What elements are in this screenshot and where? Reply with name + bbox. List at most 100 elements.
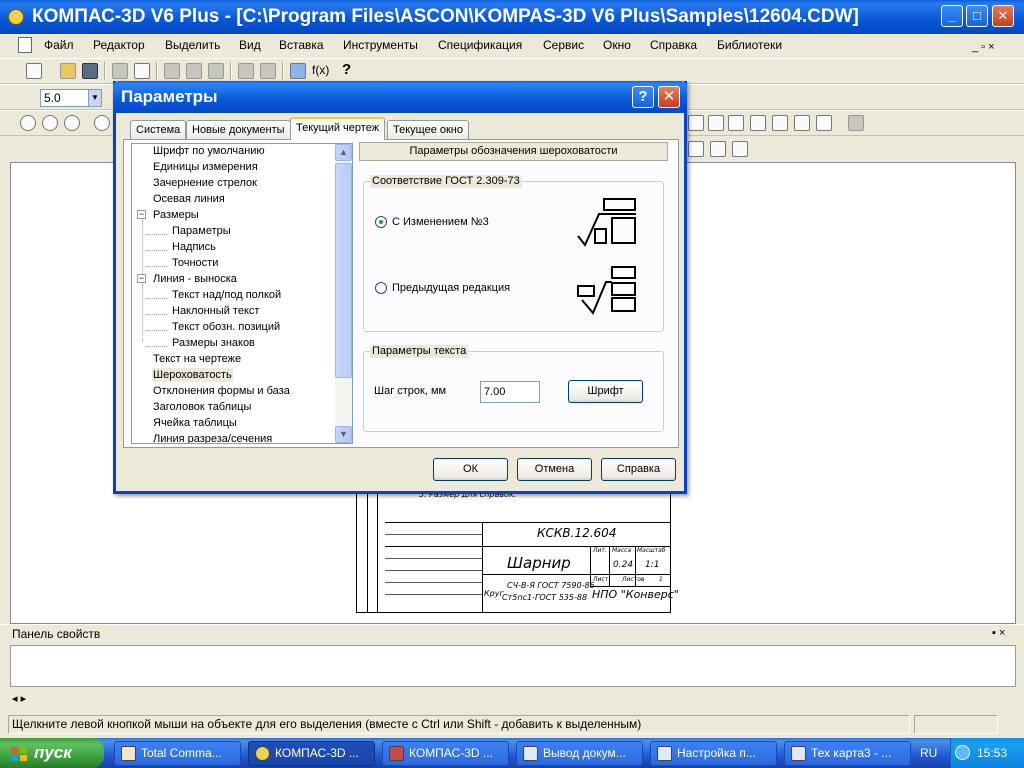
- context-help-icon[interactable]: ?: [342, 61, 351, 78]
- taskbar-word-output[interactable]: Вывод докум...: [516, 741, 643, 766]
- dialog-title-bar[interactable]: Параметры: [113, 81, 687, 113]
- menu-specification[interactable]: Спецификация: [438, 37, 522, 54]
- wave-line-icon[interactable]: [732, 141, 748, 157]
- help-button[interactable]: Справка: [601, 458, 676, 481]
- cancel-button[interactable]: Отмена: [517, 458, 592, 481]
- tab-current-drawing[interactable]: Текущий чертеж: [290, 117, 386, 140]
- radio-with-change-3-label[interactable]: С Изменением №3: [392, 216, 489, 229]
- tree-item-drawing-text[interactable]: Текст на чертеже: [153, 352, 241, 366]
- ok-button[interactable]: ОК: [433, 458, 508, 481]
- fillet-icon[interactable]: [728, 115, 744, 131]
- panel-pin-close-icon[interactable]: ▪ ×: [992, 627, 1005, 639]
- copy-icon[interactable]: [186, 63, 202, 79]
- tree-item-roughness[interactable]: Шероховатость: [152, 368, 233, 382]
- radio-previous-edition-label[interactable]: Предыдущая редакция: [392, 282, 510, 295]
- menu-help[interactable]: Справка: [650, 37, 697, 54]
- tree-item-axis-line[interactable]: Осевая линия: [153, 192, 225, 206]
- tree-item-form-deviation[interactable]: Отклонения формы и база: [153, 384, 290, 398]
- document-menu-icon[interactable]: [18, 37, 32, 53]
- language-indicator[interactable]: RU: [920, 738, 937, 768]
- tree-item-shelf-text[interactable]: Текст над/под полкой: [172, 288, 281, 302]
- tree-item-section-line[interactable]: Линия разреза/сечения: [153, 432, 272, 443]
- menu-tools[interactable]: Инструменты: [343, 37, 418, 54]
- tray-expand-icon[interactable]: [955, 745, 970, 760]
- font-button[interactable]: Шрифт: [568, 380, 643, 403]
- radio-with-change-3[interactable]: [375, 216, 387, 228]
- tab-new-documents[interactable]: Новые документы: [186, 120, 291, 139]
- tree-item-units[interactable]: Единицы измерения: [153, 160, 258, 174]
- tree-scrollbar[interactable]: ▲ ▼: [335, 144, 352, 443]
- zoom-scale-icon[interactable]: [94, 115, 110, 131]
- zoom-in-icon[interactable]: [42, 115, 58, 131]
- tab-system[interactable]: Система: [130, 120, 187, 139]
- undo-icon[interactable]: [238, 63, 254, 79]
- redo-icon[interactable]: [260, 63, 276, 79]
- save-icon[interactable]: [82, 63, 98, 79]
- window-title-bar[interactable]: КОМПАС-3D V6 Plus - [C:\Program Files\AS…: [0, 0, 1024, 34]
- menu-edit[interactable]: Редактор: [93, 37, 145, 54]
- tree-item-table-cell[interactable]: Ячейка таблицы: [153, 416, 237, 430]
- dialog-help-button[interactable]: ?: [632, 86, 654, 108]
- taskbar-word-techcard[interactable]: Тех карта3 - ...: [784, 741, 911, 766]
- expand-dimensions-icon[interactable]: −: [137, 210, 146, 219]
- paste-icon[interactable]: [208, 63, 224, 79]
- minimize-button[interactable]: _: [941, 5, 963, 27]
- drawing-sheet[interactable]: 3. Размер для справок. КСКВ.12.604 Шарни…: [356, 490, 679, 613]
- zoom-out-icon[interactable]: [64, 115, 80, 131]
- fill-icon[interactable]: [816, 115, 832, 131]
- print-icon[interactable]: [112, 63, 128, 79]
- menu-view[interactable]: Вид: [239, 37, 261, 54]
- menu-insert[interactable]: Вставка: [279, 37, 324, 54]
- taskbar-word-settings[interactable]: Настройка п...: [650, 741, 777, 766]
- tree-item-inclined-text[interactable]: Наклонный текст: [172, 304, 259, 318]
- close-button[interactable]: ✕: [992, 5, 1014, 27]
- tree-item-dim-label[interactable]: Надпись: [172, 240, 216, 254]
- tree-item-dim-parameters[interactable]: Параметры: [172, 224, 231, 238]
- equidistant-icon[interactable]: [772, 115, 788, 131]
- tree-item-default-font[interactable]: Шрифт по умолчанию: [153, 144, 265, 158]
- tree-item-leader[interactable]: Линия - выноска: [153, 272, 237, 286]
- chamfer-icon[interactable]: [708, 115, 724, 131]
- menu-file[interactable]: Файл: [44, 37, 74, 54]
- dialog-close-button[interactable]: ✕: [658, 86, 680, 108]
- variables-icon[interactable]: [290, 63, 306, 79]
- print-preview-icon[interactable]: [134, 63, 150, 79]
- maximize-button[interactable]: □: [966, 5, 988, 27]
- scroll-up-button[interactable]: ▲: [335, 144, 352, 161]
- new-document-icon[interactable]: [26, 63, 42, 79]
- break-line-icon[interactable]: [710, 141, 726, 157]
- tab-current-window[interactable]: Текущее окно: [387, 120, 469, 139]
- line-step-input[interactable]: 7.00: [480, 381, 540, 403]
- tree-item-dimensions[interactable]: Размеры: [153, 208, 199, 222]
- menu-select[interactable]: Выделить: [165, 37, 220, 54]
- taskbar-kompas-1[interactable]: КОМПАС-3D ...: [248, 741, 375, 766]
- tree-item-table-header[interactable]: Заголовок таблицы: [153, 400, 251, 414]
- formula-fx-icon[interactable]: f(x): [312, 63, 329, 77]
- hatch-icon[interactable]: [794, 115, 810, 131]
- cursor-step-dropdown[interactable]: ▼: [88, 90, 101, 106]
- axis-line-icon[interactable]: [688, 141, 704, 157]
- tree-item-sign-sizes[interactable]: Размеры знаков: [172, 336, 255, 350]
- panel-scroll-arrows-icon[interactable]: ◂ ▸: [12, 692, 26, 705]
- polygon-icon[interactable]: [750, 115, 766, 131]
- open-folder-icon[interactable]: [60, 63, 76, 79]
- menu-service[interactable]: Сервис: [543, 37, 584, 54]
- kompas-app-icon[interactable]: [8, 9, 24, 25]
- settings-tree[interactable]: − − Шрифт по умолчанию Единицы измерения…: [131, 143, 353, 444]
- cut-icon[interactable]: [164, 63, 180, 79]
- properties-panel-body[interactable]: [10, 645, 1016, 687]
- scroll-down-button[interactable]: ▼: [335, 426, 352, 443]
- menu-libraries[interactable]: Библиотеки: [717, 37, 782, 54]
- tree-item-dim-precision[interactable]: Точности: [172, 256, 218, 270]
- taskbar-total-commander[interactable]: Total Comma...: [114, 741, 241, 766]
- document-window-controls[interactable]: _ ▫ ×: [972, 41, 995, 53]
- expand-leader-icon[interactable]: −: [137, 274, 146, 283]
- scroll-thumb[interactable]: [335, 163, 352, 378]
- tree-item-arrow-fill[interactable]: Зачернение стрелок: [153, 176, 257, 190]
- tree-item-position-text[interactable]: Текст обозн. позиций: [172, 320, 280, 334]
- insert-fragment-icon[interactable]: [848, 115, 864, 131]
- zoom-window-icon[interactable]: [20, 115, 36, 131]
- radio-previous-edition[interactable]: [375, 282, 387, 294]
- spline-icon[interactable]: [688, 115, 704, 131]
- menu-window[interactable]: Окно: [603, 37, 631, 54]
